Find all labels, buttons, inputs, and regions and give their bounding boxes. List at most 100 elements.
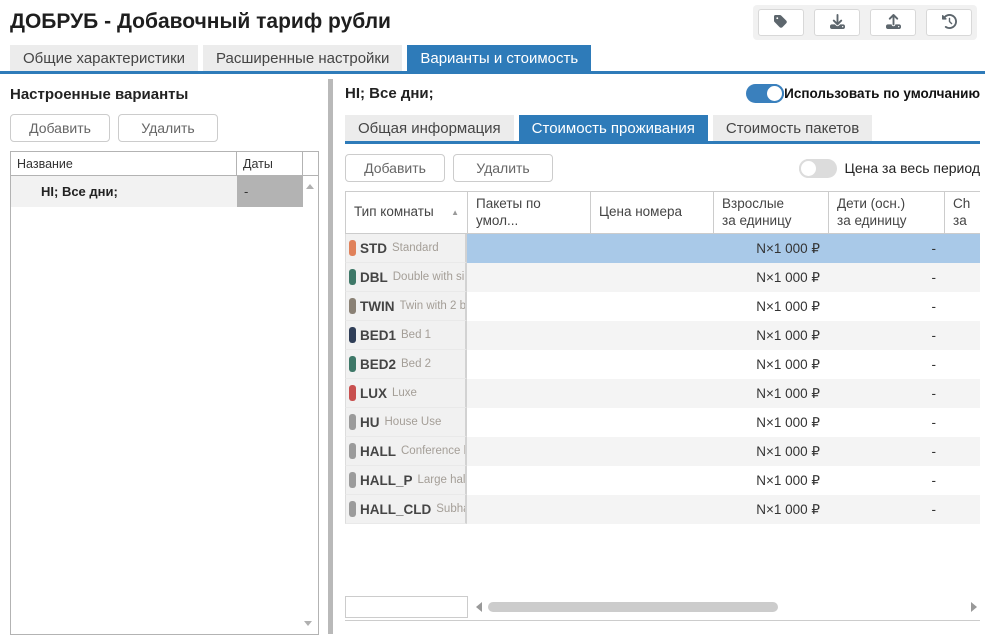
table-row[interactable]: HALL_CLD Subhalls N×1 000 ₽ - [345, 495, 980, 524]
room-price-cell[interactable] [590, 350, 713, 379]
column-header-ch-cutoff[interactable]: Ch за [945, 192, 980, 234]
default-packages-cell[interactable] [467, 408, 590, 437]
row-data[interactable]: N×1 000 ₽ - [467, 379, 980, 408]
table-row[interactable]: TWIN Twin with 2 bed N×1 000 ₽ - [345, 292, 980, 321]
children-main-per-unit-cell[interactable]: - [828, 437, 944, 466]
scroll-right-icon[interactable] [971, 602, 977, 612]
room-price-cell[interactable] [590, 408, 713, 437]
ch-cell[interactable] [944, 321, 980, 350]
pricing-add-button[interactable]: Добавить [345, 154, 445, 182]
variants-delete-button[interactable]: Удалить [118, 114, 218, 142]
tab-general-info[interactable]: Общая информация [345, 115, 514, 141]
scroll-down-icon[interactable] [304, 621, 312, 626]
row-data[interactable]: N×1 000 ₽ - [467, 263, 980, 292]
children-main-per-unit-cell[interactable]: - [828, 495, 944, 524]
ch-cell[interactable] [944, 292, 980, 321]
table-row[interactable]: HU House Use N×1 000 ₽ - [345, 408, 980, 437]
room-type-cell[interactable]: BED2 Bed 2 [345, 350, 467, 379]
adults-per-unit-cell[interactable]: N×1 000 ₽ [713, 495, 828, 524]
room-type-cell[interactable]: TWIN Twin with 2 bed [345, 292, 467, 321]
tab-accommodation-cost[interactable]: Стоимость проживания [519, 115, 708, 141]
adults-per-unit-cell[interactable]: N×1 000 ₽ [713, 408, 828, 437]
tab-variants-and-cost[interactable]: Варианты и стоимость [407, 45, 591, 71]
default-packages-cell[interactable] [467, 466, 590, 495]
tag-button[interactable] [758, 9, 804, 36]
adults-per-unit-cell[interactable]: N×1 000 ₽ [713, 466, 828, 495]
children-main-per-unit-cell[interactable]: - [828, 408, 944, 437]
table-row[interactable]: DBL Double with sing N×1 000 ₽ - [345, 263, 980, 292]
table-row[interactable]: LUX Luxe N×1 000 ₽ - [345, 379, 980, 408]
row-data[interactable]: N×1 000 ₽ - [467, 350, 980, 379]
variants-add-button[interactable]: Добавить [10, 114, 110, 142]
column-header-room-price[interactable]: Цена номера [591, 192, 714, 234]
room-price-cell[interactable] [590, 321, 713, 350]
ch-cell[interactable] [944, 379, 980, 408]
default-packages-cell[interactable] [467, 292, 590, 321]
room-price-cell[interactable] [590, 292, 713, 321]
row-data[interactable]: N×1 000 ₽ - [467, 495, 980, 524]
adults-per-unit-cell[interactable]: N×1 000 ₽ [713, 321, 828, 350]
children-main-per-unit-cell[interactable]: - [828, 292, 944, 321]
tab-general-characteristics[interactable]: Общие характеристики [10, 45, 198, 71]
children-main-per-unit-cell[interactable]: - [828, 263, 944, 292]
variant-name-cell[interactable]: HI; Все дни; [11, 176, 237, 207]
adults-per-unit-cell[interactable]: N×1 000 ₽ [713, 292, 828, 321]
ch-cell[interactable] [944, 466, 980, 495]
ch-cell[interactable] [944, 437, 980, 466]
room-type-cell[interactable]: HALL_P Large hall [345, 466, 467, 495]
row-data[interactable]: N×1 000 ₽ - [467, 466, 980, 495]
room-price-cell[interactable] [590, 437, 713, 466]
row-data[interactable]: N×1 000 ₽ - [467, 321, 980, 350]
ch-cell[interactable] [944, 495, 980, 524]
default-packages-cell[interactable] [467, 495, 590, 524]
price-for-whole-period-toggle[interactable] [799, 159, 837, 178]
table-row[interactable]: HALL_P Large hall N×1 000 ₽ - [345, 466, 980, 495]
room-type-cell[interactable]: DBL Double with sing [345, 263, 467, 292]
column-header-room-type[interactable]: Тип комнаты ▲ [346, 192, 468, 234]
scrollbar-thumb[interactable] [488, 602, 778, 612]
row-data[interactable]: N×1 000 ₽ - [467, 234, 980, 263]
column-header-dates[interactable]: Даты [237, 152, 303, 175]
room-type-cell[interactable]: BED1 Bed 1 [345, 321, 467, 350]
default-packages-cell[interactable] [467, 263, 590, 292]
row-data[interactable]: N×1 000 ₽ - [467, 408, 980, 437]
room-type-cell[interactable]: STD Standard [345, 234, 467, 263]
children-main-per-unit-cell[interactable]: - [828, 350, 944, 379]
tab-packages-cost[interactable]: Стоимость пакетов [713, 115, 872, 141]
use-by-default-toggle[interactable] [746, 84, 784, 103]
table-row[interactable]: BED1 Bed 1 N×1 000 ₽ - [345, 321, 980, 350]
room-price-cell[interactable] [590, 263, 713, 292]
ch-cell[interactable] [944, 234, 980, 263]
room-price-cell[interactable] [590, 234, 713, 263]
room-type-cell[interactable]: HU House Use [345, 408, 467, 437]
sort-asc-icon[interactable]: ▲ [451, 208, 459, 218]
table-row[interactable]: STD Standard N×1 000 ₽ - [345, 234, 980, 263]
column-header-children-main-per-unit[interactable]: Дети (осн.) за единицу [829, 192, 945, 234]
table-row[interactable]: HALL Conference hall N×1 000 ₽ - [345, 437, 980, 466]
children-main-per-unit-cell[interactable]: - [828, 466, 944, 495]
adults-per-unit-cell[interactable]: N×1 000 ₽ [713, 379, 828, 408]
tab-advanced-settings[interactable]: Расширенные настройки [203, 45, 402, 71]
pricing-delete-button[interactable]: Удалить [453, 154, 553, 182]
history-button[interactable] [926, 9, 972, 36]
adults-per-unit-cell[interactable]: N×1 000 ₽ [713, 350, 828, 379]
horizontal-scrollbar[interactable] [471, 596, 980, 618]
room-price-cell[interactable] [590, 495, 713, 524]
children-main-per-unit-cell[interactable]: - [828, 234, 944, 263]
column-header-default-packages[interactable]: Пакеты по умол... [468, 192, 591, 234]
table-row[interactable]: BED2 Bed 2 N×1 000 ₽ - [345, 350, 980, 379]
download-button[interactable] [814, 9, 860, 36]
column-header-name[interactable]: Название [11, 152, 237, 175]
default-packages-cell[interactable] [467, 350, 590, 379]
scroll-left-icon[interactable] [476, 602, 482, 612]
column-header-adults-per-unit[interactable]: Взрослые за единицу [714, 192, 829, 234]
room-type-cell[interactable]: HALL Conference hall [345, 437, 467, 466]
default-packages-cell[interactable] [467, 234, 590, 263]
adults-per-unit-cell[interactable]: N×1 000 ₽ [713, 263, 828, 292]
children-main-per-unit-cell[interactable]: - [828, 321, 944, 350]
default-packages-cell[interactable] [467, 379, 590, 408]
variant-dates-cell[interactable]: - [237, 176, 303, 207]
variant-row[interactable]: HI; Все дни; - [11, 176, 318, 207]
room-type-cell[interactable]: HALL_CLD Subhalls [345, 495, 467, 524]
room-price-cell[interactable] [590, 379, 713, 408]
